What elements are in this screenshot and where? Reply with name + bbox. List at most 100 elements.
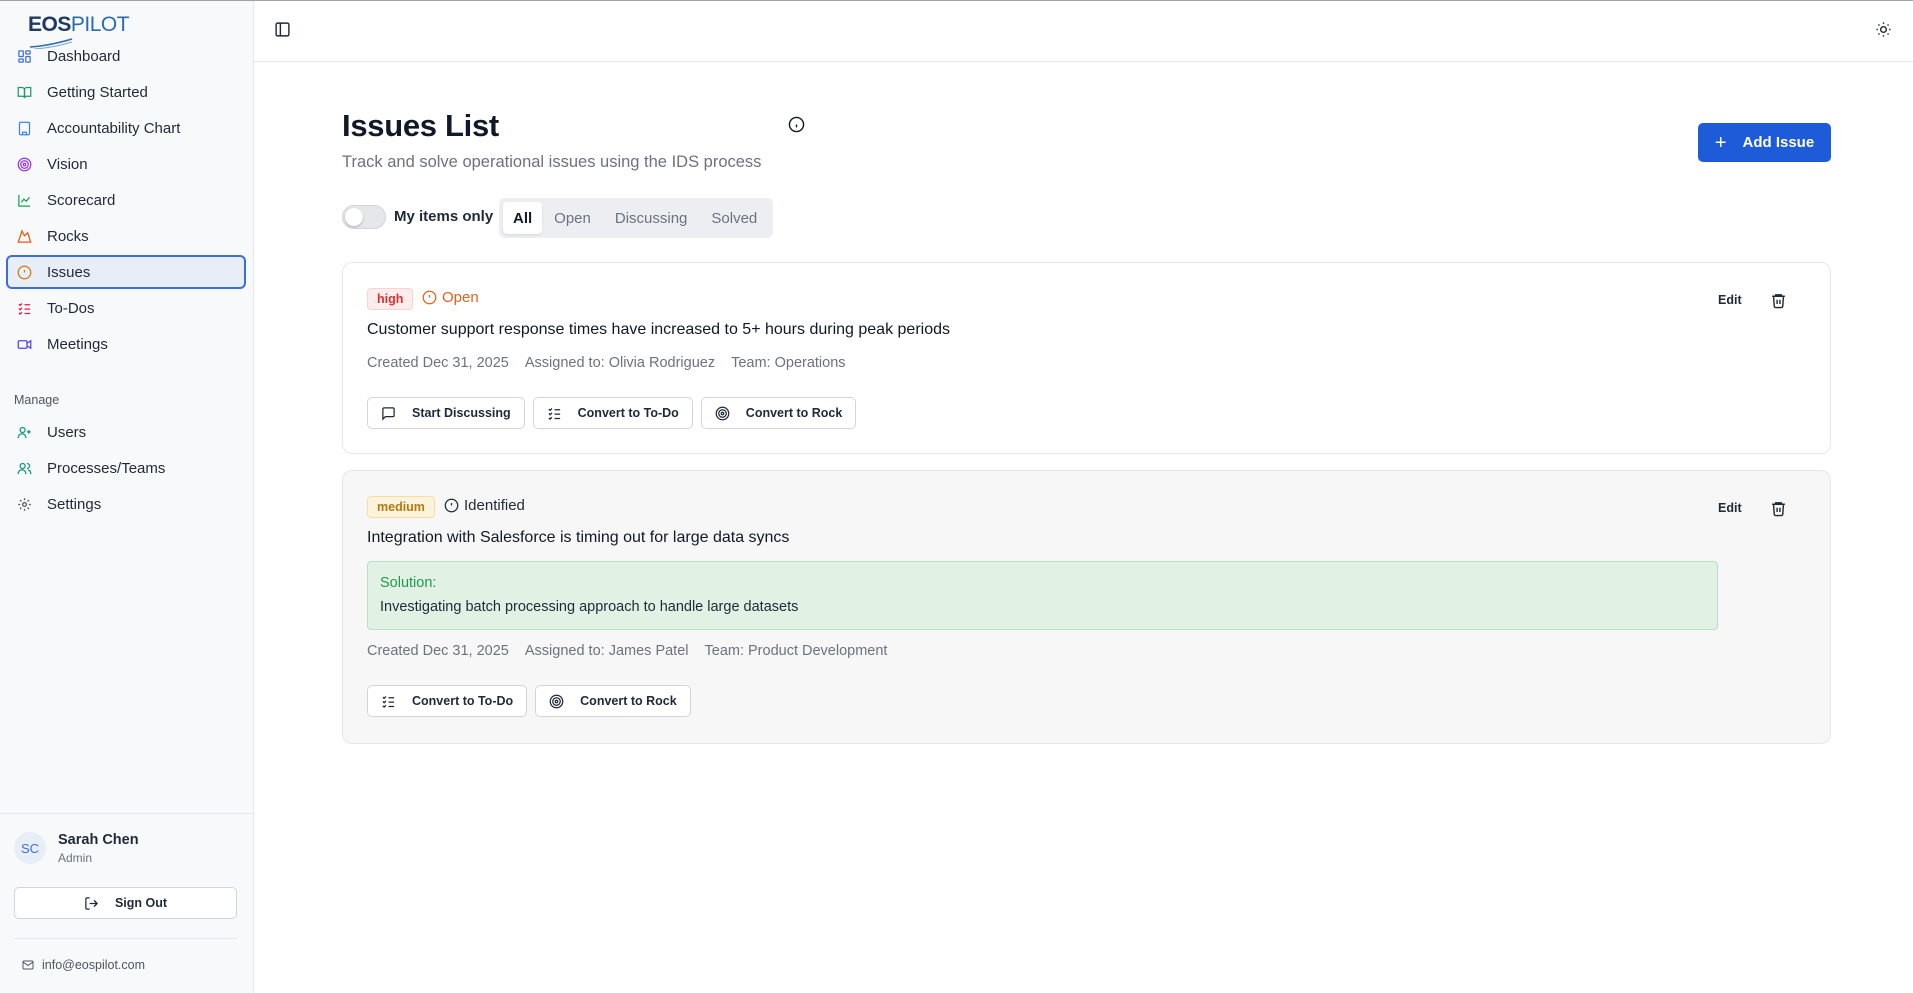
convert-to-todo-button[interactable]: Convert to To-Do <box>532 397 693 429</box>
add-issue-button[interactable]: + Add Issue <box>1698 123 1831 162</box>
sidebar-item-label: To-Dos <box>47 299 95 317</box>
solution-box: Solution: Investigating batch processing… <box>367 561 1718 630</box>
solution-text: Investigating batch processing approach … <box>380 599 799 615</box>
issue-card: high Open Customer support response time… <box>342 262 1831 454</box>
solution-label: Solution: <box>380 575 437 591</box>
issue-actions: Start Discussing Convert to To-Do Conver… <box>367 397 857 429</box>
trash-icon <box>1772 294 1785 309</box>
sidebar-item-label: Rocks <box>47 227 89 245</box>
avatar: SC <box>14 832 46 864</box>
convert-to-todo-button[interactable]: Convert to To-Do <box>367 685 528 717</box>
manage-section-label: Manage <box>14 393 60 407</box>
issue-title: Integration with Salesforce is timing ou… <box>367 529 790 546</box>
mail-icon <box>22 959 34 971</box>
sidebar-item-settings[interactable]: Settings <box>6 487 246 521</box>
video-icon <box>16 336 32 352</box>
sidebar-item-label: Settings <box>47 495 102 513</box>
user-role: Admin <box>58 851 93 865</box>
user-panel: SC Sarah Chen Admin Sign Out info@eospil… <box>0 813 253 993</box>
contact-email[interactable]: info@eospilot.com <box>22 958 145 972</box>
priority-badge: medium <box>367 496 435 518</box>
edit-button[interactable]: Edit <box>1718 501 1742 515</box>
sidebar-item-label: Accountability Chart <box>47 119 181 137</box>
toggle-knob <box>345 208 363 226</box>
sidebar-item-rocks[interactable]: Rocks <box>6 219 246 253</box>
tab-discussing[interactable]: Discussing <box>603 202 700 234</box>
alert-circle-icon <box>444 498 459 513</box>
add-issue-label: Add Issue <box>1742 134 1815 151</box>
sidebar-item-todos[interactable]: To-Dos <box>6 291 246 325</box>
my-items-toggle[interactable] <box>342 205 386 229</box>
sidebar-item-getting-started[interactable]: Getting Started <box>6 75 246 109</box>
sidebar-nav: Dashboard Getting Started Accountability… <box>6 39 246 363</box>
mountain-icon <box>16 228 32 244</box>
convert-to-rock-button[interactable]: Convert to Rock <box>700 397 857 429</box>
status-filter-tabs: All Open Discussing Solved <box>499 198 774 238</box>
sidebar-item-label: Processes/Teams <box>47 459 166 477</box>
priority-badge: high <box>367 288 414 310</box>
sidebar-item-label: Getting Started <box>47 83 148 101</box>
main-content: Issues List Track and solve operational … <box>254 62 1913 993</box>
sun-icon <box>1876 22 1891 37</box>
target-icon <box>715 406 730 421</box>
assignee: Assigned to: James Patel <box>524 643 689 659</box>
issue-meta: Created Dec 31, 2025 Assigned to: James … <box>367 643 887 659</box>
sidebar-item-processes-teams[interactable]: Processes/Teams <box>6 451 246 485</box>
page-title: Issues List <box>342 108 499 143</box>
button-label: Convert to To-Do <box>412 694 514 708</box>
trash-icon <box>1772 502 1785 517</box>
sidebar-item-accountability-chart[interactable]: Accountability Chart <box>6 111 246 145</box>
issue-actions: Convert to To-Do Convert to Rock <box>367 685 691 717</box>
sidebar-item-dashboard[interactable]: Dashboard <box>6 39 246 73</box>
gear-icon <box>16 496 32 512</box>
tab-solved[interactable]: Solved <box>699 202 769 234</box>
sidebar-item-label: Scorecard <box>47 191 116 209</box>
convert-to-rock-button[interactable]: Convert to Rock <box>535 685 691 717</box>
top-bar <box>254 1 1913 62</box>
target-icon <box>16 156 32 172</box>
sidebar-item-label: Meetings <box>47 335 108 353</box>
chart-line-icon <box>16 192 32 208</box>
delete-button[interactable] <box>1770 292 1787 309</box>
button-label: Start Discussing <box>412 406 511 420</box>
sidebar-item-label: Vision <box>47 155 88 173</box>
info-icon[interactable] <box>788 116 806 134</box>
user-plus-icon <box>16 424 32 440</box>
sidebar-item-scorecard[interactable]: Scorecard <box>6 183 246 217</box>
manage-nav: Users Processes/Teams Settings <box>6 415 246 523</box>
dashboard-icon <box>16 48 32 64</box>
issue-card: medium Identified Integration with Sales… <box>342 470 1831 744</box>
sidebar: EOSPILOT Dashboard Getting Started Accou… <box>0 1 254 993</box>
created-date: Created Dec 31, 2025 <box>367 643 509 659</box>
team: Team: Operations <box>731 355 846 371</box>
alert-circle-icon <box>422 290 437 305</box>
tab-open[interactable]: Open <box>542 202 603 234</box>
sidebar-item-meetings[interactable]: Meetings <box>6 327 246 361</box>
delete-button[interactable] <box>1770 500 1787 517</box>
sidebar-item-vision[interactable]: Vision <box>6 147 246 181</box>
page-subtitle: Track and solve operational issues using… <box>342 153 762 171</box>
button-label: Convert to Rock <box>580 694 677 708</box>
tab-all[interactable]: All <box>503 202 543 234</box>
sidebar-item-issues[interactable]: Issues <box>6 255 246 289</box>
button-label: Convert to Rock <box>745 406 843 420</box>
message-square-icon <box>381 406 396 421</box>
status-label: Open <box>442 289 479 306</box>
issue-title: Customer support response times have inc… <box>367 321 950 338</box>
sidebar-item-users[interactable]: Users <box>6 415 246 449</box>
sign-out-button[interactable]: Sign Out <box>14 887 237 919</box>
sidebar-item-label: Issues <box>47 263 91 281</box>
status-badge: Identified <box>444 497 525 514</box>
team: Team: Product Development <box>704 643 888 659</box>
sidebar-toggle-button[interactable] <box>274 21 292 39</box>
org-chart-icon <box>16 120 32 136</box>
status-label: Identified <box>464 497 525 514</box>
sidebar-item-label: Users <box>47 423 87 441</box>
start-discussing-button[interactable]: Start Discussing <box>367 397 525 429</box>
target-icon <box>549 694 564 709</box>
edit-button[interactable]: Edit <box>1718 293 1742 307</box>
status-badge: Open <box>422 289 479 306</box>
checklist-icon <box>547 406 562 421</box>
issue-meta: Created Dec 31, 2025 Assigned to: Olivia… <box>367 355 846 371</box>
theme-toggle-button[interactable] <box>1875 21 1893 39</box>
